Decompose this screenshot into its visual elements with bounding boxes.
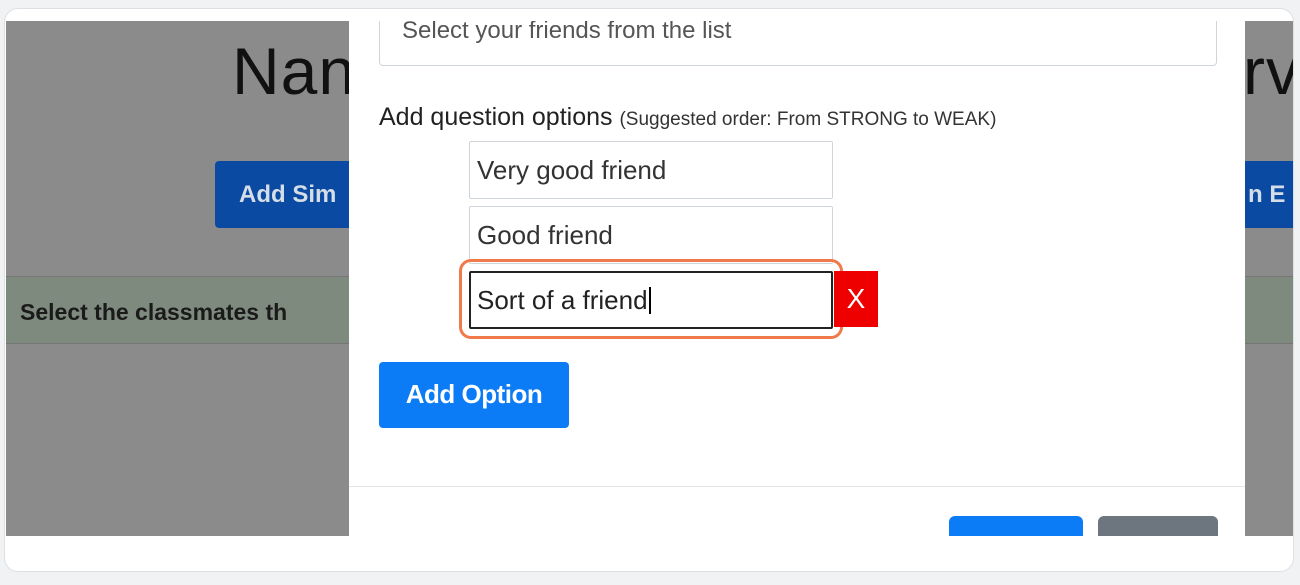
- option-input-1[interactable]: Very good friend: [469, 141, 833, 199]
- options-label-text: Add question options: [379, 103, 613, 131]
- modal-footer-divider: [349, 486, 1245, 487]
- question-text-input[interactable]: Select your friends from the list: [379, 21, 1217, 66]
- page-title-right: rv: [1243, 34, 1293, 108]
- page-title-left: Nan: [232, 34, 357, 108]
- options-label: Add question options (Suggested order: F…: [379, 103, 996, 132]
- save-button[interactable]: [949, 516, 1083, 536]
- remove-option-button[interactable]: X: [834, 271, 878, 327]
- option-input-3-value: Sort of a friend: [477, 285, 648, 315]
- add-option-button[interactable]: Add Option: [379, 362, 569, 428]
- screenshot-frame: Nan rv Add Sim n E Select the classmates…: [4, 8, 1294, 572]
- option-input-3[interactable]: Sort of a friend: [469, 271, 833, 329]
- option-input-2[interactable]: Good friend: [469, 206, 833, 264]
- question-modal: Select your friends from the list Add qu…: [349, 21, 1245, 536]
- instructions-text: Select the classmates th: [20, 299, 288, 325]
- options-hint: (Suggested order: From STRONG to WEAK): [619, 109, 997, 130]
- text-caret: [648, 286, 651, 314]
- close-button[interactable]: [1098, 516, 1218, 536]
- browser-viewport: Nan rv Add Sim n E Select the classmates…: [6, 21, 1293, 536]
- question-text-value: Select your friends from the list: [402, 21, 732, 44]
